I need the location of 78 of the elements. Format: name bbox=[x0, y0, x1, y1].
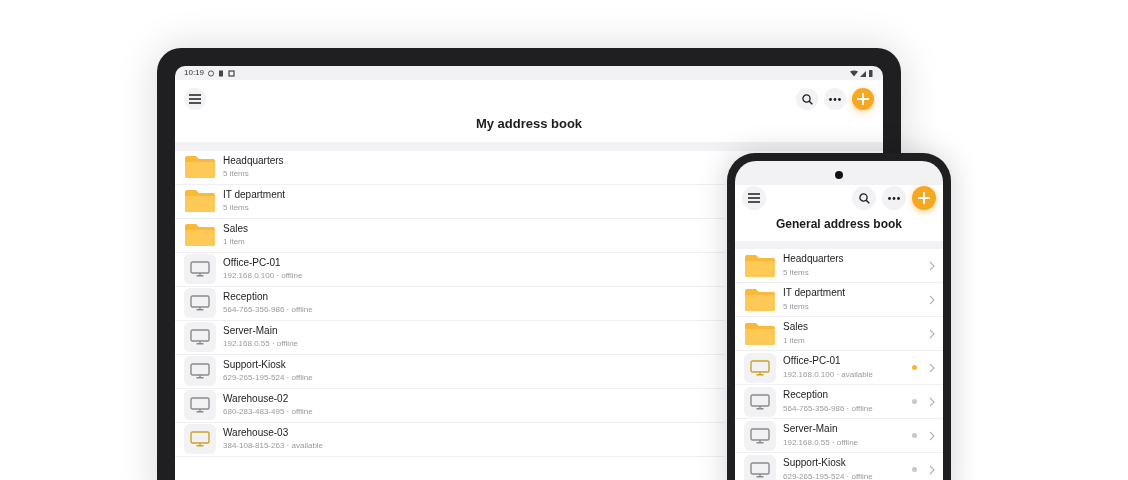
chevron-icon bbox=[929, 464, 935, 475]
item-name: Office-PC-01 bbox=[223, 256, 281, 270]
item-name: Sales bbox=[223, 222, 248, 236]
page-title: My address book bbox=[474, 115, 584, 133]
menu-icon bbox=[748, 193, 760, 203]
list-item[interactable]: Server-Main 192.168.0.55 · offline bbox=[735, 419, 943, 453]
chevron-icon bbox=[929, 294, 935, 305]
status-icons bbox=[208, 69, 237, 77]
plus-icon bbox=[918, 192, 930, 204]
list-item[interactable]: Headquarters 5 items bbox=[735, 249, 943, 283]
item-detail: 384-108-815-263 · available bbox=[223, 441, 324, 452]
menu-button[interactable] bbox=[184, 88, 206, 110]
more-icon bbox=[829, 97, 841, 101]
chevron-icon bbox=[929, 362, 935, 373]
list-item[interactable]: Reception 564-765-356-986 · offline bbox=[735, 385, 943, 419]
list-item[interactable]: Office-PC-01 192.168.0.100 · offline bbox=[175, 252, 725, 287]
list-item[interactable]: Office-PC-01 192.168.0.100 · available bbox=[735, 351, 943, 385]
list-item[interactable]: Warehouse-03 384-108-815-263 · available bbox=[175, 422, 725, 457]
status-time: 10:19 bbox=[184, 67, 205, 79]
item-name: Office-PC-01 bbox=[783, 355, 841, 368]
item-name: IT department bbox=[223, 188, 286, 202]
item-name: Server-Main bbox=[783, 423, 838, 436]
search-icon bbox=[858, 192, 870, 204]
plus-icon bbox=[857, 93, 869, 105]
item-detail: 192.168.0.55 · offline bbox=[223, 339, 299, 350]
list-item[interactable]: Reception 564-765-356-986 · offline bbox=[175, 286, 725, 321]
search-button[interactable] bbox=[796, 88, 818, 110]
item-detail: 192.168.0.100 · available bbox=[783, 369, 873, 380]
menu-icon bbox=[189, 94, 201, 104]
list-item[interactable]: Support-Kiosk 629-265-195-524 · offline bbox=[735, 453, 943, 480]
item-detail: 192.168.0.55 · offline bbox=[783, 437, 859, 448]
more-button[interactable] bbox=[882, 186, 906, 210]
search-button[interactable] bbox=[852, 186, 876, 210]
list-item[interactable]: Server-Main 192.168.0.55 · offline bbox=[175, 320, 725, 355]
item-detail: 629-265-195-524 · offline bbox=[783, 471, 873, 480]
chevron-icon bbox=[929, 328, 935, 339]
signal-icons bbox=[850, 69, 874, 77]
item-name: Sales bbox=[783, 321, 808, 334]
item-detail: 1 item bbox=[223, 237, 245, 248]
folder-icon bbox=[185, 190, 215, 212]
chevron-icon bbox=[929, 430, 935, 441]
search-icon bbox=[801, 93, 813, 105]
list-item[interactable]: IT department 5 items bbox=[735, 283, 943, 317]
item-name: Warehouse-02 bbox=[223, 392, 289, 406]
folder-icon bbox=[185, 156, 215, 178]
folder-icon bbox=[745, 288, 775, 311]
item-name: Support-Kiosk bbox=[223, 358, 286, 372]
folder-icon bbox=[185, 224, 215, 246]
item-detail: 5 items bbox=[783, 301, 809, 312]
item-detail: 564-765-356-986 · offline bbox=[223, 305, 313, 316]
camera-hole bbox=[835, 170, 843, 179]
item-name: Server-Main bbox=[223, 324, 278, 338]
item-detail: 564-765-356-986 · offline bbox=[783, 403, 873, 414]
folder-icon bbox=[745, 254, 775, 277]
item-detail: 1 item bbox=[783, 335, 805, 346]
folder-icon bbox=[745, 322, 775, 345]
item-detail: 680-283-483-495 · offline bbox=[223, 407, 313, 418]
item-name: Support-Kiosk bbox=[783, 457, 846, 470]
more-icon bbox=[888, 196, 900, 200]
item-name: Headquarters bbox=[783, 253, 844, 266]
menu-button[interactable] bbox=[742, 186, 766, 210]
item-name: Reception bbox=[223, 290, 269, 304]
item-detail: 629-265-195-524 · offline bbox=[223, 373, 313, 384]
item-name: Headquarters bbox=[223, 154, 284, 168]
page-title: General address book bbox=[774, 216, 903, 233]
list-item[interactable]: Warehouse-02 680-283-483-495 · offline bbox=[175, 388, 725, 423]
list-item[interactable]: Support-Kiosk 629-265-195-524 · offline bbox=[175, 354, 725, 389]
chevron-icon bbox=[929, 260, 935, 271]
item-detail: 192.168.0.100 · offline bbox=[223, 271, 303, 282]
list-item[interactable]: Sales 1 item bbox=[735, 317, 943, 351]
item-detail: 5 items bbox=[783, 267, 809, 278]
more-button[interactable] bbox=[824, 88, 846, 110]
item-name: Reception bbox=[783, 389, 829, 402]
chevron-icon bbox=[929, 396, 935, 407]
item-detail: 5 items bbox=[223, 203, 249, 214]
item-name: IT department bbox=[783, 287, 846, 300]
item-name: Warehouse-03 bbox=[223, 426, 289, 440]
item-detail: 5 items bbox=[223, 169, 249, 180]
